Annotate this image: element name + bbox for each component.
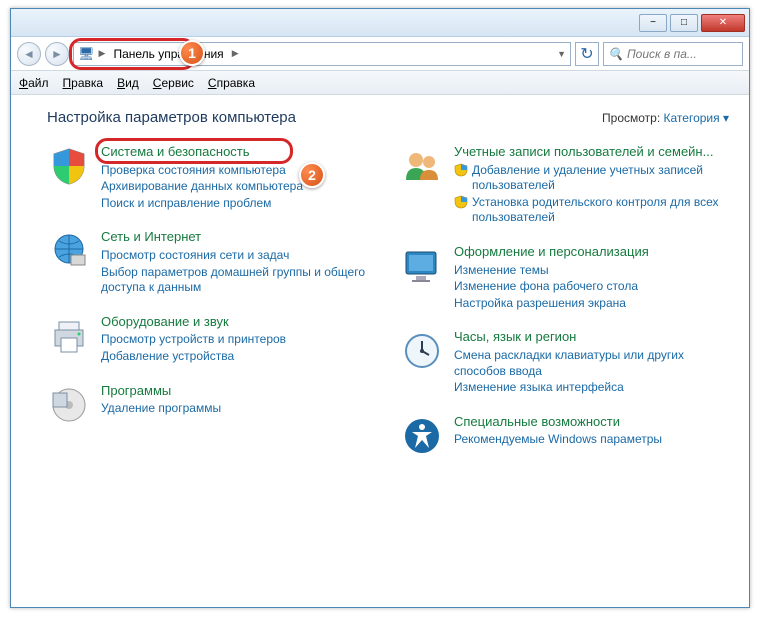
menu-edit[interactable]: Правка bbox=[63, 76, 104, 90]
menu-help[interactable]: Справка bbox=[208, 76, 255, 90]
menubar: Файл Правка Вид Сервис Справка bbox=[11, 71, 749, 95]
forward-button[interactable]: ► bbox=[45, 42, 69, 66]
link-devices[interactable]: Просмотр устройств и принтеров bbox=[101, 332, 286, 348]
link-check-status[interactable]: Проверка состояния компьютера bbox=[101, 163, 303, 179]
clock-icon bbox=[400, 329, 444, 373]
menu-tools[interactable]: Сервис bbox=[153, 76, 194, 90]
link-recommended-settings[interactable]: Рекомендуемые Windows параметры bbox=[454, 432, 662, 448]
link-homegroup[interactable]: Выбор параметров домашней группы и общег… bbox=[101, 265, 376, 296]
link-add-device[interactable]: Добавление устройства bbox=[101, 349, 286, 365]
monitor-icon bbox=[400, 244, 444, 288]
cat-accessibility: Специальные возможности Рекомендуемые Wi… bbox=[400, 414, 729, 458]
shield-icon bbox=[47, 144, 91, 188]
cat-title-accessibility[interactable]: Специальные возможности bbox=[454, 414, 662, 430]
content-area: Настройка параметров компьютера Просмотр… bbox=[11, 95, 749, 607]
close-button[interactable]: ✕ bbox=[701, 14, 745, 32]
cat-system-security: Система и безопасность Проверка состояни… bbox=[47, 144, 376, 211]
link-uninstall[interactable]: Удаление программы bbox=[101, 401, 221, 417]
breadcrumb-segment[interactable]: Панель управления bbox=[109, 45, 227, 63]
link-parental-controls[interactable]: Установка родительского контроля для все… bbox=[454, 195, 729, 226]
cat-network: Сеть и Интернет Просмотр состояния сети … bbox=[47, 229, 376, 295]
cat-title-system-security[interactable]: Система и безопасность bbox=[101, 144, 303, 160]
view-selector: Просмотр: Категория ▾ bbox=[602, 111, 729, 125]
link-network-status[interactable]: Просмотр состояния сети и задач bbox=[101, 248, 376, 264]
uac-shield-icon bbox=[454, 195, 468, 209]
link-backup[interactable]: Архивирование данных компьютера bbox=[101, 179, 303, 195]
cat-hardware: Оборудование и звук Просмотр устройств и… bbox=[47, 314, 376, 365]
breadcrumb[interactable]: 🖥 ▶ Панель управления ▶ ▼ bbox=[73, 42, 571, 66]
cat-title-clock[interactable]: Часы, язык и регион bbox=[454, 329, 729, 345]
view-dropdown[interactable]: Категория ▾ bbox=[664, 111, 729, 125]
link-screen-resolution[interactable]: Настройка разрешения экрана bbox=[454, 296, 649, 312]
dropdown-icon[interactable]: ▼ bbox=[557, 49, 566, 59]
cat-title-hardware[interactable]: Оборудование и звук bbox=[101, 314, 286, 330]
menu-file[interactable]: Файл bbox=[19, 76, 49, 90]
chevron-right-icon[interactable]: ▶ bbox=[232, 48, 239, 59]
cat-title-network[interactable]: Сеть и Интернет bbox=[101, 229, 376, 245]
cat-title-users[interactable]: Учетные записи пользователей и семейн... bbox=[454, 144, 729, 160]
ease-of-access-icon bbox=[400, 414, 444, 458]
window: − □ ✕ ◄ ► 🖥 ▶ Панель управления ▶ ▼ 1 ↻ … bbox=[10, 8, 750, 608]
link-display-language[interactable]: Изменение языка интерфейса bbox=[454, 380, 729, 396]
annotation-badge-1: 1 bbox=[179, 40, 205, 66]
right-column: Учетные записи пользователей и семейн...… bbox=[400, 144, 729, 458]
link-change-theme[interactable]: Изменение темы bbox=[454, 263, 649, 279]
globe-icon bbox=[47, 229, 91, 273]
cat-programs: Программы Удаление программы bbox=[47, 383, 376, 427]
menu-view[interactable]: Вид bbox=[117, 76, 139, 90]
maximize-button[interactable]: □ bbox=[670, 14, 698, 32]
minimize-button[interactable]: − bbox=[639, 14, 667, 32]
control-panel-icon: 🖥 bbox=[78, 46, 95, 62]
refresh-button[interactable]: ↻ bbox=[575, 42, 599, 66]
annotation-badge-2: 2 bbox=[299, 162, 325, 188]
chevron-right-icon: ▶ bbox=[99, 48, 106, 59]
disc-icon bbox=[47, 383, 91, 427]
cat-users: Учетные записи пользователей и семейн...… bbox=[400, 144, 729, 226]
search-placeholder: Поиск в па... bbox=[627, 47, 697, 61]
left-column: Система и безопасность Проверка состояни… bbox=[47, 144, 376, 458]
titlebar: − □ ✕ bbox=[11, 9, 749, 37]
search-input[interactable]: 🔍 Поиск в па... bbox=[603, 42, 743, 66]
cat-appearance: Оформление и персонализация Изменение те… bbox=[400, 244, 729, 311]
back-button[interactable]: ◄ bbox=[17, 42, 41, 66]
address-bar: ◄ ► 🖥 ▶ Панель управления ▶ ▼ 1 ↻ 🔍 Поис… bbox=[11, 37, 749, 71]
page-title: Настройка параметров компьютера bbox=[47, 109, 296, 126]
cat-clock: Часы, язык и регион Смена раскладки клав… bbox=[400, 329, 729, 395]
link-troubleshoot[interactable]: Поиск и исправление проблем bbox=[101, 196, 303, 212]
link-change-wallpaper[interactable]: Изменение фона рабочего стола bbox=[454, 279, 649, 295]
cat-title-programs[interactable]: Программы bbox=[101, 383, 221, 399]
search-icon: 🔍 bbox=[608, 47, 623, 61]
link-add-remove-users[interactable]: Добавление и удаление учетных записей по… bbox=[454, 163, 729, 194]
printer-icon bbox=[47, 314, 91, 358]
link-keyboard-layout[interactable]: Смена раскладки клавиатуры или других сп… bbox=[454, 348, 729, 379]
cat-title-appearance[interactable]: Оформление и персонализация bbox=[454, 244, 649, 260]
uac-shield-icon bbox=[454, 163, 468, 177]
users-icon bbox=[400, 144, 444, 188]
